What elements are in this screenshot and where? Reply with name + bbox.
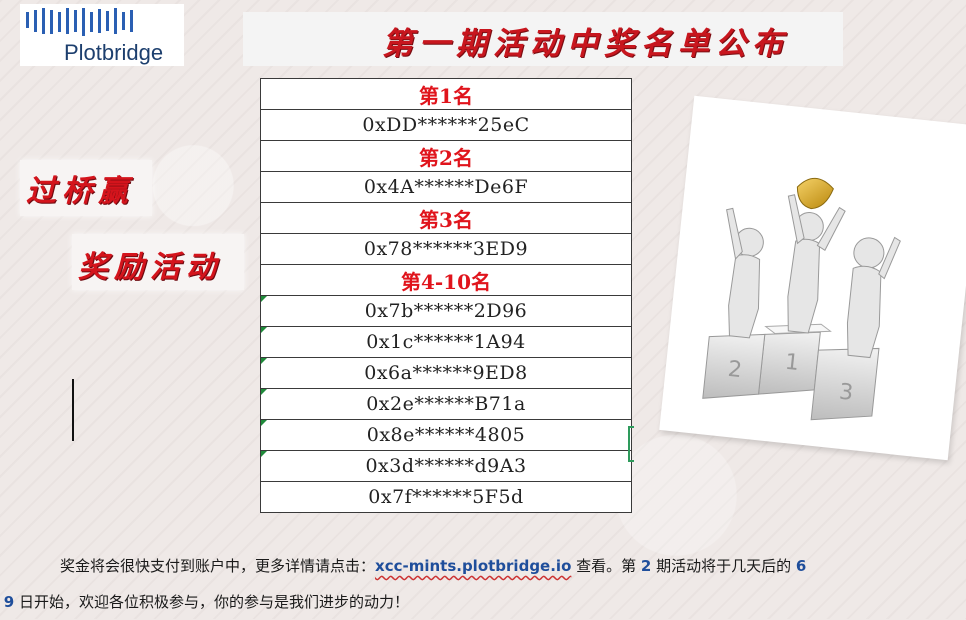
winners-table: 第1名 0xDD******25eC 第2名 0x4A******De6F 第3… xyxy=(260,78,632,513)
table-row: 0x78******3ED9 xyxy=(260,233,632,265)
period-number: 2 xyxy=(640,557,652,575)
podium-label-2: 2 xyxy=(727,357,744,383)
table-row: 0x2e******B71a xyxy=(260,388,632,420)
rank-cell: 第2名 xyxy=(260,140,632,172)
table-row: 0xDD******25eC xyxy=(260,109,632,141)
table-row: 0x8e******4805 xyxy=(260,419,632,451)
cell-selection-marker xyxy=(628,426,634,462)
day-number: 9 xyxy=(3,593,15,611)
address-cell[interactable]: 0x4A******De6F xyxy=(260,171,632,203)
table-row: 0x1c******1A94 xyxy=(260,326,632,358)
address-cell[interactable]: 0x3d******d9A3 xyxy=(260,450,632,482)
notice-text: 日开始，欢迎各位积极参与，你的参与是我们进步的动力！ xyxy=(14,593,409,611)
plotbridge-logo: Plotbridge xyxy=(20,4,184,66)
cell-comment-marker xyxy=(261,451,267,457)
table-row: 0x7b******2D96 xyxy=(260,295,632,327)
table-row: 0x3d******d9A3 xyxy=(260,450,632,482)
rank-cell: 第4-10名 xyxy=(260,264,632,296)
logo-bars-icon xyxy=(26,8,133,36)
table-row: 0x4A******De6F xyxy=(260,171,632,203)
logo-text: Plotbridge xyxy=(64,40,164,65)
table-row: 第4-10名 xyxy=(260,264,632,296)
details-link[interactable]: xcc-mints.plotbridge.io xyxy=(375,557,571,575)
podium-label-1: 1 xyxy=(784,350,801,376)
address-cell[interactable]: 0x6a******9ED8 xyxy=(260,357,632,389)
address-cell[interactable]: 0x7f******5F5d xyxy=(260,481,632,513)
page-title: 第一期活动中奖名单公布 xyxy=(382,26,789,62)
address-cell[interactable]: 0x78******3ED9 xyxy=(260,233,632,265)
notice-paragraph: 奖金将会很快支付到账户中，更多详情请点击：xcc-mints.plotbridg… xyxy=(4,548,946,620)
sign-line-1: 过桥赢 xyxy=(26,174,134,209)
address-cell[interactable]: 0x8e******4805 xyxy=(260,419,632,451)
cell-comment-marker xyxy=(261,420,267,426)
podium-image: 2 1 3 xyxy=(659,95,966,461)
notice-text: 奖金将会很快支付到账户中，更多详情请点击： xyxy=(60,557,376,575)
table-row: 0x6a******9ED8 xyxy=(260,357,632,389)
month-number: 6 xyxy=(795,557,807,575)
table-row: 0x7f******5F5d xyxy=(260,481,632,513)
table-row: 第2名 xyxy=(260,140,632,172)
table-row: 第1名 xyxy=(260,78,632,110)
notice-text: 查看。第 xyxy=(571,557,641,575)
address-cell[interactable]: 0x2e******B71a xyxy=(260,388,632,420)
address-cell[interactable]: 0xDD******25eC xyxy=(260,109,632,141)
rank-cell: 第1名 xyxy=(260,78,632,110)
text-cursor xyxy=(72,379,74,441)
rank-cell: 第3名 xyxy=(260,202,632,234)
cell-comment-marker xyxy=(261,296,267,302)
podium-winners-icon: 2 1 3 xyxy=(702,177,901,421)
podium-label-3: 3 xyxy=(838,380,855,406)
cell-comment-marker xyxy=(261,327,267,333)
notice-text: 期活动将于几天后的 xyxy=(651,557,796,575)
sign-line-2: 奖励活动 xyxy=(78,250,222,285)
table-row: 第3名 xyxy=(260,202,632,234)
address-cell[interactable]: 0x7b******2D96 xyxy=(260,295,632,327)
cell-comment-marker xyxy=(261,358,267,364)
cell-comment-marker xyxy=(261,389,267,395)
address-cell[interactable]: 0x1c******1A94 xyxy=(260,326,632,358)
